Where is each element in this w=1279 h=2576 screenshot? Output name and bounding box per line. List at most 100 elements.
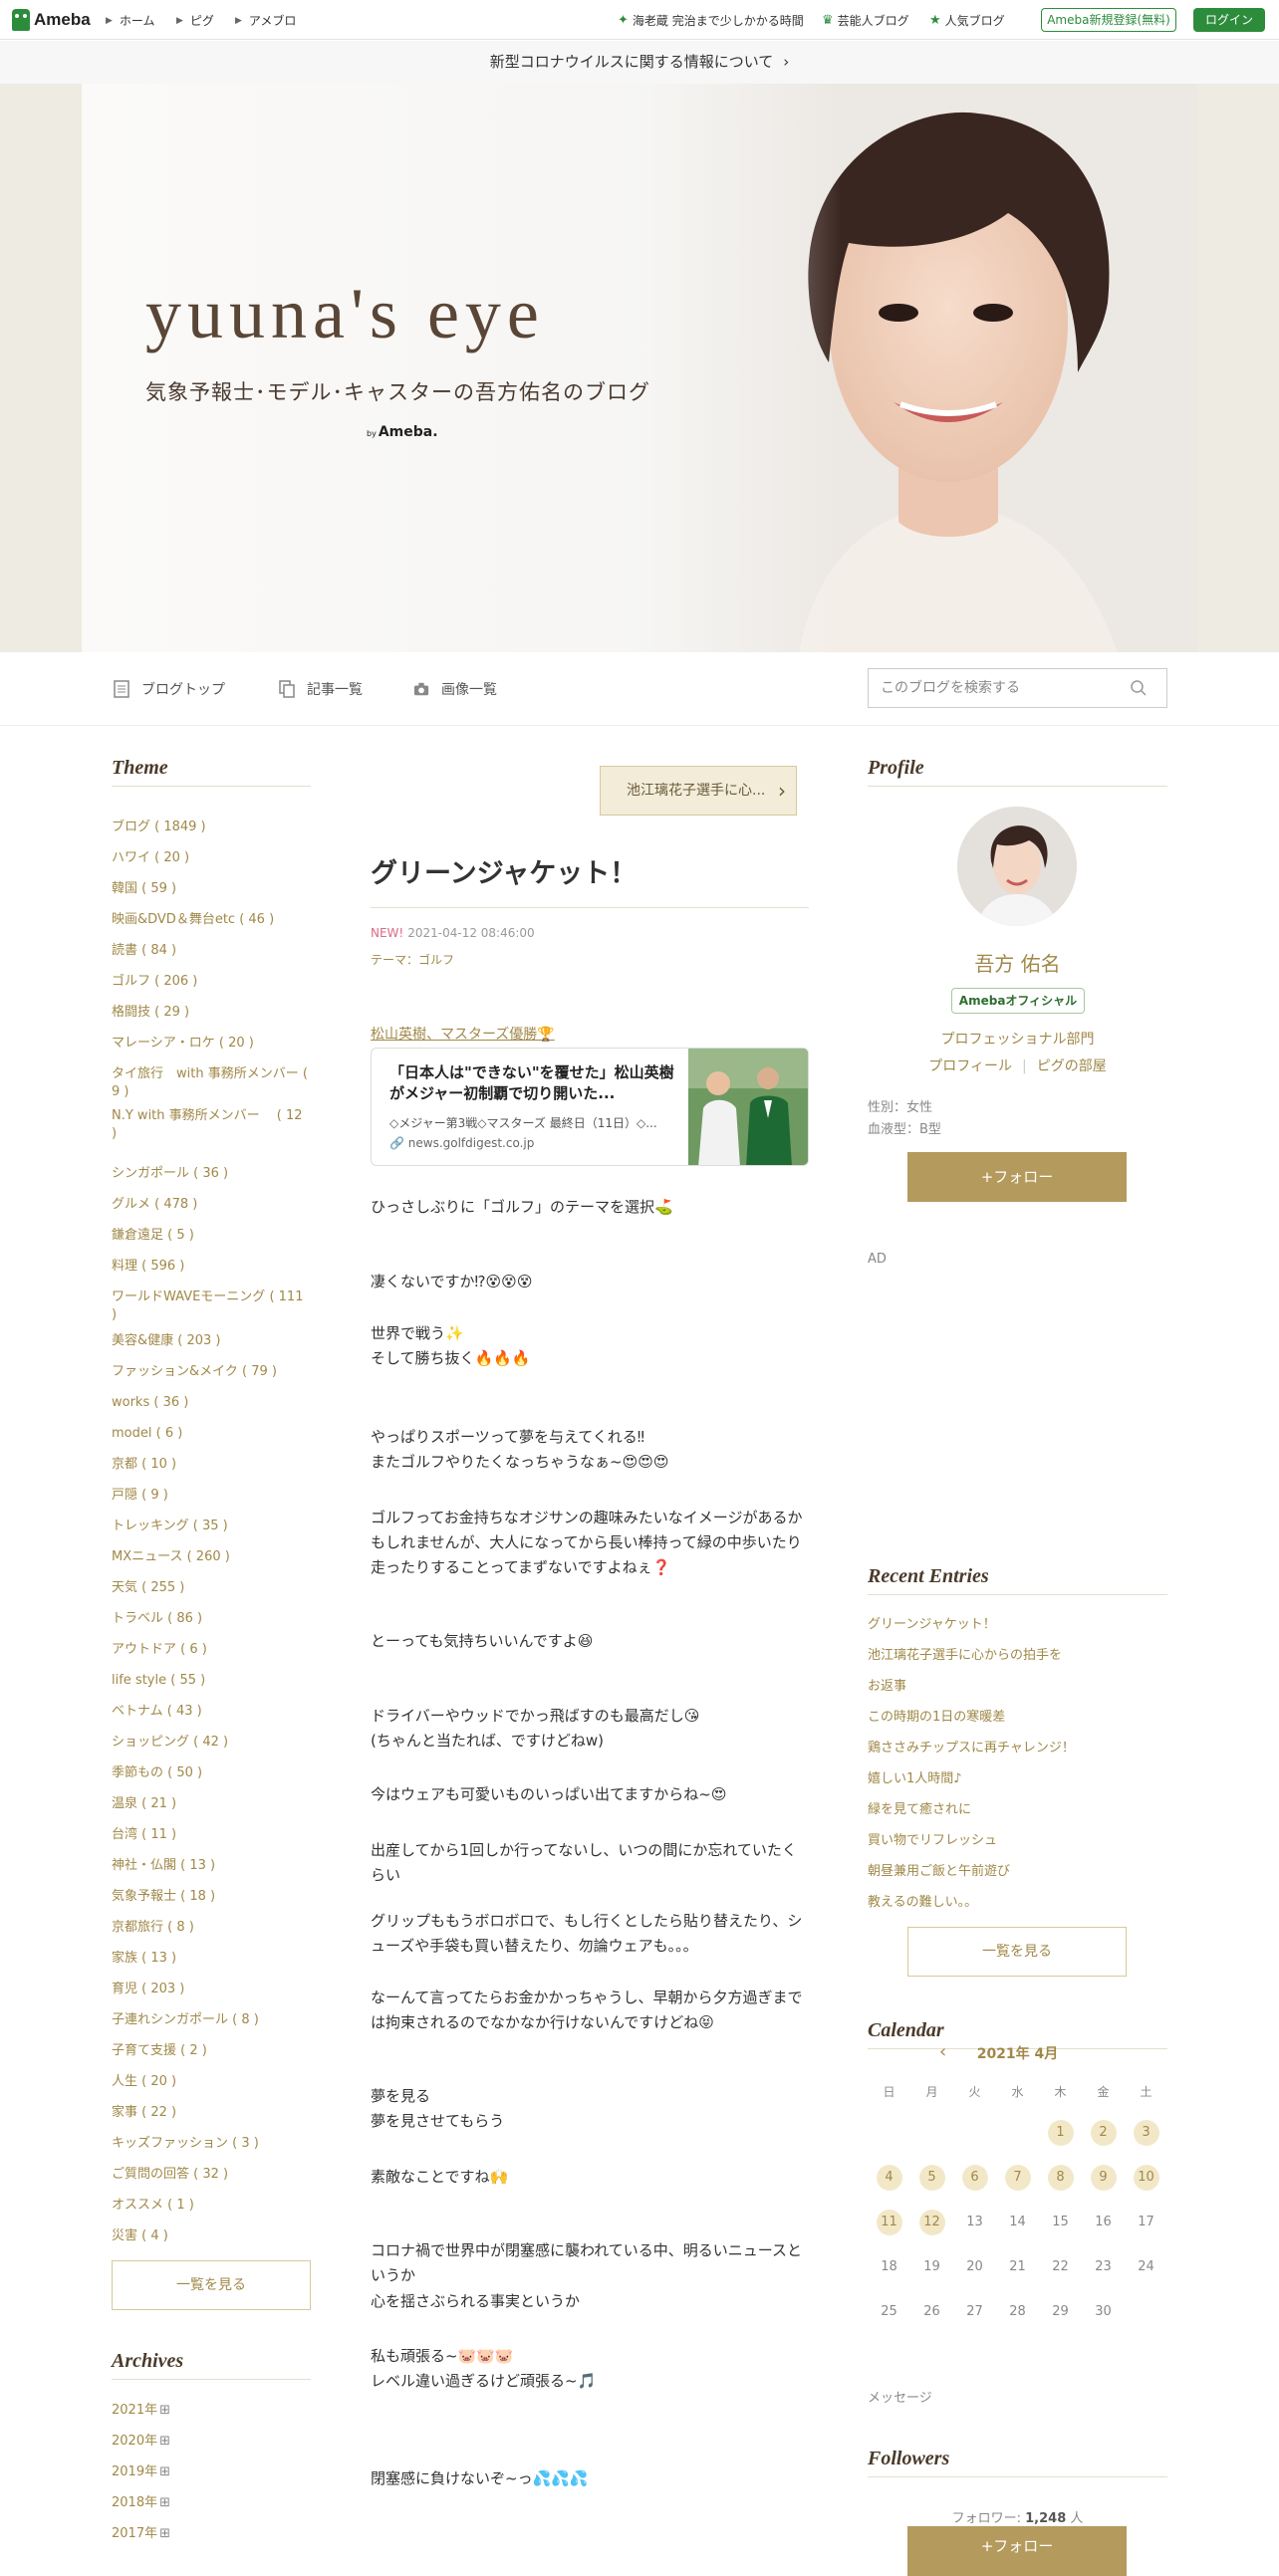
theme-link[interactable]: 気象予報士 ( 18 ) (112, 1888, 311, 1906)
nav-pigg[interactable]: ▶ ピグ (176, 12, 214, 29)
theme-link[interactable]: 韓国 ( 59 ) (112, 880, 311, 898)
theme-see-all-button[interactable]: 一覧を見る (112, 2260, 311, 2310)
theme-link[interactable]: 季節もの ( 50 ) (112, 1764, 311, 1782)
theme-link[interactable]: life style ( 55 ) (112, 1672, 311, 1690)
calendar-day[interactable]: 3 (1125, 2120, 1167, 2146)
archive-year-link[interactable]: 2017年 ⊞ (112, 2525, 311, 2543)
theme-link[interactable]: 子連れシンガポール ( 8 ) (112, 2011, 311, 2029)
calendar-day[interactable]: 9 (1082, 2165, 1125, 2191)
calendar-day[interactable]: 10 (1125, 2165, 1167, 2191)
calendar-day[interactable]: 12 (910, 2210, 953, 2235)
archive-year-link[interactable]: 2018年 ⊞ (112, 2494, 311, 2512)
theme-link[interactable]: ショッピング ( 42 ) (112, 1734, 311, 1752)
theme-link[interactable]: ゴルフ ( 206 ) (112, 973, 311, 991)
celebrity-blog-link[interactable]: ♛ 芸能人ブログ (822, 12, 909, 29)
blog-top-link[interactable]: ブログトップ (114, 679, 225, 699)
entry-title[interactable]: グリーンジャケット！ (371, 851, 809, 908)
avatar[interactable] (957, 807, 1077, 926)
calendar-day[interactable]: 5 (910, 2165, 953, 2191)
recent-entry-link[interactable]: 朝昼兼用ご飯と午前遊び (868, 1860, 1167, 1879)
theme-link[interactable]: model ( 6 ) (112, 1425, 311, 1443)
theme-link[interactable]: 格闘技 ( 29 ) (112, 1004, 311, 1022)
recent-entry-link[interactable]: 池江璃花子選手に心からの拍手を (868, 1644, 1167, 1663)
calendar-day[interactable]: 2 (1082, 2120, 1125, 2146)
theme-link[interactable]: 鎌倉遠足 ( 5 ) (112, 1227, 311, 1245)
profile-category-link[interactable]: プロフェッショナル部門 (868, 1029, 1167, 1049)
follow-button-2[interactable]: +フォロー (907, 2526, 1127, 2576)
archive-year-link[interactable]: 2020年 ⊞ (112, 2433, 311, 2451)
recent-entry-link[interactable]: グリーンジャケット！ (868, 1613, 1167, 1632)
theme-link[interactable]: 災害 ( 4 ) (112, 2227, 311, 2245)
theme-link[interactable]: 読書 ( 84 ) (112, 942, 311, 960)
theme-link[interactable]: 京都 ( 10 ) (112, 1456, 311, 1474)
previous-entry-button[interactable]: 池江璃花子選手に心... › (600, 766, 797, 816)
image-list-link[interactable]: 画像一覧 (413, 679, 497, 699)
theme-link[interactable]: マレーシア・ロケ ( 20 ) (112, 1035, 311, 1053)
calendar-day[interactable]: 11 (868, 2210, 910, 2235)
theme-link[interactable]: ファッション&メイク ( 79 ) (112, 1363, 311, 1381)
theme-link[interactable]: 料理 ( 596 ) (112, 1258, 311, 1276)
theme-link[interactable]: グルメ ( 478 ) (112, 1196, 311, 1214)
recent-see-all-button[interactable]: 一覧を見る (907, 1927, 1127, 1977)
theme-link[interactable]: 家族 ( 13 ) (112, 1950, 311, 1968)
register-button[interactable]: Ameba新規登録(無料) (1041, 8, 1176, 32)
recent-entry-link[interactable]: 嬉しい1人時間♪ (868, 1767, 1167, 1786)
theme-link[interactable]: 台湾 ( 11 ) (112, 1826, 311, 1844)
recent-entry-link[interactable]: お返事 (868, 1675, 1167, 1694)
login-button[interactable]: ログイン (1193, 8, 1265, 32)
profile-name[interactable]: 吾方 佑名 (868, 948, 1167, 977)
theme-link[interactable]: 育児 ( 203 ) (112, 1981, 311, 1998)
banner-image-area[interactable]: yuuna's eye 気象予報士･モデル･キャスターの吾方佑名のブログ by A… (82, 84, 1197, 652)
theme-link[interactable]: オススメ ( 1 ) (112, 2197, 311, 2215)
theme-link[interactable]: 戸隠 ( 9 ) (112, 1487, 311, 1505)
popular-blog-link[interactable]: ★ 人気ブログ (929, 12, 1005, 29)
expand-icon[interactable]: ⊞ (159, 2526, 170, 2541)
theme-link[interactable]: ハワイ ( 20 ) (112, 849, 311, 867)
expand-icon[interactable]: ⊞ (159, 2434, 170, 2449)
nav-ameblo[interactable]: ▶ アメブロ (235, 12, 296, 29)
nav-home[interactable]: ▶ ホーム (106, 12, 155, 29)
theme-link[interactable]: 映画&DVD＆舞台etc ( 46 ) (112, 911, 311, 929)
entry-theme-link[interactable]: テーマ：ゴルフ (371, 951, 454, 968)
ameba-logo[interactable]: Ameba (12, 8, 91, 32)
theme-link[interactable]: 子育て支援 ( 2 ) (112, 2042, 311, 2060)
theme-link[interactable]: シンガポール ( 36 ) (112, 1165, 311, 1183)
theme-link[interactable]: MXニュース ( 260 ) (112, 1548, 311, 1566)
theme-link[interactable]: ベトナム ( 43 ) (112, 1703, 311, 1721)
link-preview-card[interactable]: 「日本人は"できない"を覆せた」松山英樹がメジャー初制覇で切り開いた... ◇メ… (371, 1048, 809, 1166)
news-link[interactable]: 松山英樹、マスターズ優勝🏆 (371, 1024, 555, 1044)
covid-notice-link[interactable]: 新型コロナウイルスに関する情報について › (0, 41, 1279, 84)
message-link[interactable]: メッセージ (868, 2387, 932, 2406)
calendar-day[interactable]: 6 (953, 2165, 996, 2191)
profile-link[interactable]: プロフィール (928, 1058, 1012, 1074)
recent-entry-link[interactable]: この時期の1日の寒暖差 (868, 1706, 1167, 1725)
theme-link[interactable]: タイ旅行 with 事務所メンバー ( 9 ) (112, 1065, 311, 1101)
theme-link[interactable]: トラベル ( 86 ) (112, 1610, 311, 1628)
expand-icon[interactable]: ⊞ (159, 2403, 170, 2418)
calendar-day[interactable]: 7 (996, 2165, 1039, 2191)
recent-entry-link[interactable]: 買い物でリフレッシュ (868, 1829, 1167, 1848)
calendar-day[interactable]: 8 (1039, 2165, 1082, 2191)
theme-link[interactable]: 天気 ( 255 ) (112, 1579, 311, 1597)
theme-link[interactable]: アウトドア ( 6 ) (112, 1641, 311, 1659)
entry-list-link[interactable]: 記事一覧 (279, 679, 363, 699)
theme-link[interactable]: works ( 36 ) (112, 1394, 311, 1412)
blog-search-input[interactable]: このブログを検索する (868, 668, 1167, 708)
theme-link[interactable]: 家事 ( 22 ) (112, 2104, 311, 2122)
theme-link[interactable]: 神社・仏閣 ( 13 ) (112, 1857, 311, 1875)
pigg-room-link[interactable]: ピグの部屋 (1037, 1058, 1107, 1074)
trending-link[interactable]: ✦ 海老蔵 完治まで少しかかる時間 (618, 12, 804, 29)
calendar-day[interactable]: 1 (1039, 2120, 1082, 2146)
follow-button[interactable]: +フォロー (907, 1152, 1127, 1202)
theme-link[interactable]: トレッキング ( 35 ) (112, 1518, 311, 1535)
theme-link[interactable]: 京都旅行 ( 8 ) (112, 1919, 311, 1937)
theme-link[interactable]: N.Y with 事務所メンバー ( 12 ) (112, 1107, 311, 1143)
theme-link[interactable]: 人生 ( 20 ) (112, 2073, 311, 2091)
theme-link[interactable]: ワールドWAVEモーニング ( 111 ) (112, 1288, 311, 1324)
archive-year-link[interactable]: 2021年 ⊞ (112, 2402, 311, 2420)
calendar-day[interactable]: 4 (868, 2165, 910, 2191)
search-icon[interactable] (1130, 679, 1148, 697)
theme-link[interactable]: キッズファッション ( 3 ) (112, 2135, 311, 2153)
recent-entry-link[interactable]: 緑を見て癒されに (868, 1798, 1167, 1817)
theme-link[interactable]: 美容&健康 ( 203 ) (112, 1332, 311, 1350)
